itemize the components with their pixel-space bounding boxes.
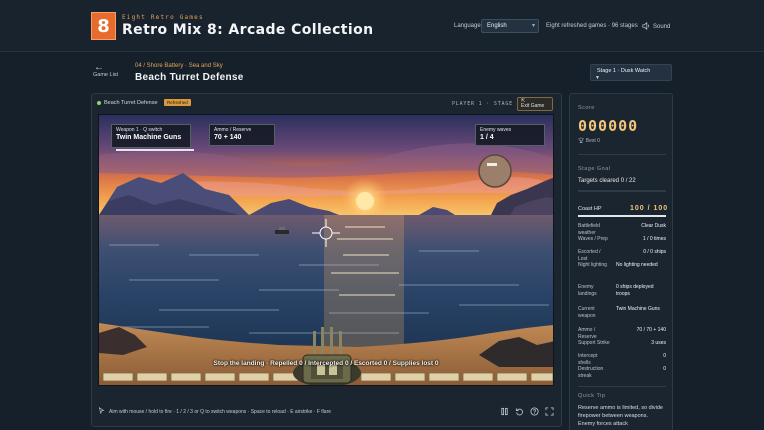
score-title: Score	[578, 105, 595, 111]
hud-ammo-label: Ammo / Reserve	[214, 127, 252, 133]
fullscreen-button[interactable]	[545, 407, 554, 416]
cursor-icon	[98, 406, 105, 416]
stat-value: 0	[663, 366, 666, 372]
stat-value: Clear Dusk	[641, 223, 666, 229]
stat-value: 0 ships deployed troops	[616, 284, 654, 297]
help-icon	[530, 407, 539, 416]
back-to-game-list-button[interactable]: ← Game List	[93, 62, 123, 84]
exit-game-label: Exit Game	[521, 103, 545, 109]
stat-label: Escorted / Lost	[578, 249, 601, 262]
pause-button[interactable]	[500, 407, 509, 416]
coast-hp-label: Coast HP	[578, 206, 602, 212]
game-controls	[500, 407, 554, 416]
stat-label: Ammo / Reserve	[578, 327, 597, 340]
stage-goal-bar	[578, 190, 666, 192]
stat-value: 3 uses	[651, 340, 666, 346]
brand-subtitle: Eight Retro Games	[122, 14, 204, 21]
stat-label: Current weapon	[578, 306, 596, 319]
coast-hp-value: 100 / 100	[630, 205, 669, 212]
game-name: Beach Turret Defense	[97, 100, 158, 106]
speaker-icon	[642, 22, 650, 32]
player-stage-label: PLAYER 1 · STAGE 01	[452, 101, 525, 107]
stat-label: Enemy landings	[578, 284, 597, 297]
help-button[interactable]	[530, 407, 539, 416]
stage-goal-title: Stage Goal	[578, 166, 611, 172]
stat-value: Twin Machine Guns	[616, 306, 660, 312]
stat-label: Night lighting	[578, 262, 607, 268]
divider	[578, 386, 666, 387]
hud-weapon: Weapon 1 · Q switch Twin Machine Guns	[111, 124, 194, 151]
game-name-label: Beach Turret Defense	[104, 100, 158, 106]
stat-value: No lighting needed	[616, 262, 658, 268]
best-score: 🏆︎ Best 0	[578, 138, 600, 144]
stage-select[interactable]: Stage 1 · Dusk Watch ▼	[590, 64, 672, 81]
language-select-value: English	[487, 23, 507, 29]
arrow-left-icon: ←	[94, 62, 104, 73]
divider	[578, 154, 666, 155]
app-title: Retro Mix 8: Arcade Collection	[122, 22, 374, 38]
language-select[interactable]: English ▾	[481, 19, 539, 33]
page-title: Beach Turret Defense	[135, 72, 244, 83]
back-label: Game List	[93, 72, 119, 78]
stat-label: Destruction streak	[578, 366, 604, 379]
sound-toggle[interactable]: Sound	[642, 22, 670, 32]
language-label: Language	[454, 23, 481, 29]
refresh-info: Eight refreshed games · 96 stages	[546, 23, 638, 29]
fullscreen-icon	[545, 407, 554, 416]
stat-value: 0	[663, 353, 666, 359]
best-score-label: Best 0	[585, 138, 600, 144]
stage-select-value: Stage 1 · Dusk Watch	[597, 68, 651, 74]
coast-hp-bar	[578, 215, 666, 217]
game-panel: Beach Turret Defense Refreshed PLAYER 1 …	[91, 93, 562, 427]
weapon-heat-bar	[116, 149, 194, 151]
hud-weapon-label: Weapon 1 · Q switch	[116, 127, 163, 133]
game-scene	[99, 115, 553, 385]
stat-value: 70 / 70 + 140	[636, 327, 666, 333]
stat-label: Waves / Prep	[578, 236, 608, 242]
trophy-icon: 🏆︎	[578, 138, 585, 144]
pause-icon	[501, 407, 508, 416]
stat-value: 0 / 0 ships	[643, 249, 666, 255]
hud-weapon-value: Twin Machine Guns	[116, 134, 182, 141]
quick-tip-text: Reserve ammo is limited, so divide firep…	[578, 405, 663, 427]
stat-value: 1 / 0 times	[642, 236, 666, 242]
stat-label: Intercept shells	[578, 353, 598, 366]
chevron-down-icon: ▼	[595, 75, 600, 81]
app-logo: 8	[91, 12, 116, 40]
stage-goal-text: Targets cleared 0 / 22	[578, 178, 636, 184]
sound-label: Sound	[653, 24, 671, 30]
chevron-down-icon: ▾	[531, 23, 535, 29]
hud-enemy-label: Enemy waves	[480, 127, 512, 133]
hud-enemy-waves: Enemy waves 1 / 4	[475, 124, 545, 146]
controls-hint: Aim with mouse / hold to fire · 1 / 2 / …	[98, 406, 332, 416]
controls-hint-text: Aim with mouse / hold to fire · 1 / 2 / …	[109, 408, 332, 415]
stat-label: Battlefield weather	[578, 223, 600, 236]
refreshed-badge: Refreshed	[164, 99, 191, 106]
stat-label: Support Strike	[578, 340, 610, 346]
battle-status-text: Stop the landing · Repelled 0 / Intercep…	[213, 360, 439, 367]
hud-enemy-value: 1 / 4	[480, 134, 494, 141]
restart-icon	[515, 408, 523, 416]
stats-panel: Score 000000 🏆︎ Best 0 Stage Goal Target…	[569, 93, 673, 430]
status-dot-icon	[97, 101, 101, 105]
quick-tip-title: Quick Tip	[578, 393, 606, 399]
exit-game-button[interactable]: ⇱ Exit Game	[517, 97, 553, 111]
hud-ammo: Ammo / Reserve 70 + 140	[209, 124, 275, 146]
app-header: 8 Eight Retro Games Retro Mix 8: Arcade …	[0, 0, 764, 52]
game-canvas[interactable]: Weapon 1 · Q switch Twin Machine Guns Am…	[98, 114, 554, 386]
hud-ammo-value: 70 + 140	[214, 134, 242, 141]
restart-button[interactable]	[515, 407, 524, 416]
score-value: 000000	[578, 117, 639, 135]
breadcrumb: 04 / Shore Battery · Sea and Sky	[135, 63, 223, 69]
